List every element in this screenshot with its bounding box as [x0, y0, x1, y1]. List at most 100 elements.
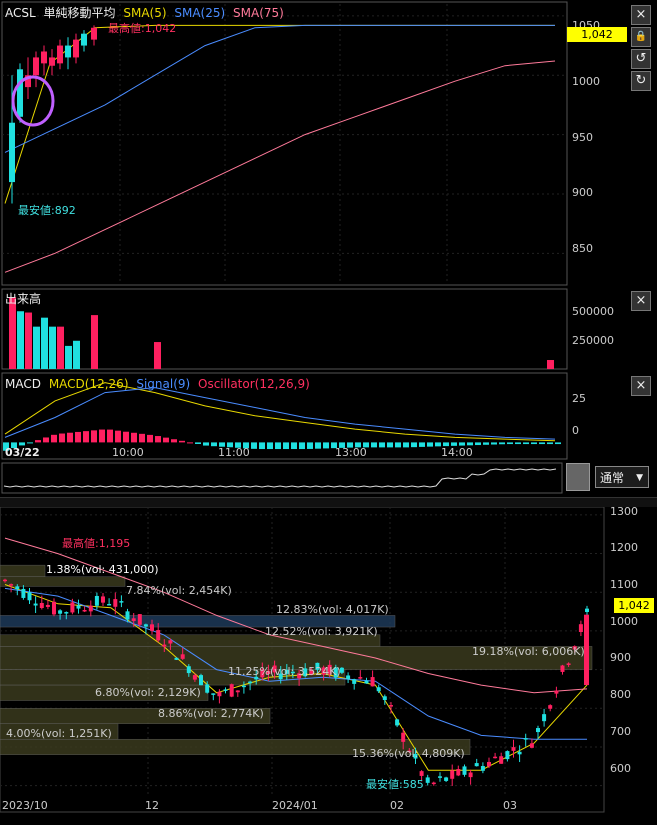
volume-bar: [57, 326, 64, 369]
oscillator-bar: [491, 442, 497, 445]
daily-candle-body: [474, 763, 479, 767]
ticker-label: ACSL: [5, 6, 36, 20]
close-volume-panel-button[interactable]: ×: [631, 291, 651, 311]
daily-candle-body: [52, 601, 56, 615]
oscillator-bar: [195, 442, 201, 444]
close-macd-panel-button[interactable]: ×: [631, 376, 651, 396]
close-price-panel-button[interactable]: ×: [631, 5, 651, 25]
daily-candle-body: [548, 705, 553, 709]
daily-candle-body: [119, 601, 124, 603]
daily-candle-body: [505, 751, 510, 760]
daily-candle-body: [64, 612, 69, 614]
oscillator-bar: [51, 434, 57, 443]
oscillator-bar: [475, 442, 481, 446]
intraday-candles: [9, 25, 97, 204]
volume-bar: [49, 326, 56, 369]
oscillator-bar: [411, 442, 417, 448]
volume-panel-frame: [1, 288, 568, 370]
redo-button[interactable]: ↻: [631, 71, 651, 91]
daily-candle-body: [425, 777, 430, 783]
macd-tick: 25: [572, 392, 586, 405]
candle-body: [65, 45, 71, 58]
daily-candle-body: [168, 640, 173, 644]
oscillator-bar: [35, 440, 41, 443]
time-tick: 14:00: [441, 446, 473, 459]
indicator-name: 単純移動平均: [44, 6, 116, 20]
volume-bar: [17, 311, 24, 369]
daily-candle-body: [346, 675, 351, 680]
daily-candle-body: [33, 603, 38, 606]
oscillator-bar: [283, 442, 289, 450]
overview-line: [3, 468, 557, 488]
daily-candle-body: [468, 772, 473, 778]
daily-candle-body: [529, 743, 534, 748]
profile-label: 8.86%(vol: 2,774K): [158, 707, 264, 720]
candle-body: [73, 39, 79, 58]
daily-candle-body: [554, 690, 559, 694]
daily-candle-body: [584, 614, 589, 686]
daily-candle-body: [352, 679, 357, 684]
daily-candle-body: [21, 588, 26, 598]
daily-candle-body: [493, 756, 498, 759]
oscillator-bar: [419, 442, 425, 447]
daily-candle-body: [560, 665, 565, 672]
daily-candle-body: [76, 605, 81, 609]
oscillator-bar: [499, 442, 505, 445]
oscillator-bar: [515, 442, 521, 445]
daily-candle-body: [137, 614, 142, 625]
oscillator-bar: [155, 436, 161, 443]
lock-button[interactable]: 🔒: [631, 27, 651, 47]
daily-chart: 最高値:1,195 最安値:585 1.38%(vol: 431,000) 7.…: [0, 505, 638, 813]
oscillator-bar: [179, 440, 185, 443]
daily-candle-body: [88, 605, 93, 612]
undo-button[interactable]: ↺: [631, 49, 651, 69]
daily-candle-body: [3, 579, 7, 582]
oscillator-bar: [211, 442, 217, 447]
profile-label: 15.36%(vol: 4,809K): [352, 747, 465, 760]
daily-candle-body: [229, 684, 234, 697]
price-tick: 1000: [572, 75, 600, 88]
signal-legend: Signal(9): [136, 377, 190, 391]
daily-candle-body: [205, 684, 210, 693]
daily-candle-body: [223, 689, 228, 691]
price-tick: 700: [610, 725, 631, 738]
overview-scroll-handle[interactable]: [566, 463, 590, 491]
daily-candle-body: [480, 766, 485, 771]
high-label: 最高値:1,042: [108, 21, 176, 35]
oscillator-bar: [171, 439, 177, 443]
sma25-legend: SMA(25): [174, 6, 225, 20]
intraday-chart-window: ACSL 単純移動平均 SMA(5) SMA(25) SMA(75) 最高値:1…: [0, 0, 657, 497]
oscillator-bar: [259, 442, 265, 450]
daily-candle-body: [45, 604, 50, 607]
chevron-down-icon: ▼: [636, 473, 643, 483]
oscillator-bar: [555, 442, 561, 445]
oscillator-bar: [523, 442, 529, 445]
sma5-legend: SMA(5): [123, 6, 166, 20]
daily-candle-body: [462, 766, 467, 775]
daily-candle-body: [536, 728, 540, 733]
oscillator-bar: [203, 442, 209, 446]
oscillator-bar: [75, 431, 81, 443]
daily-candle-body: [419, 771, 424, 776]
volume-bar: [73, 340, 80, 369]
oscillator-bar: [467, 442, 473, 446]
oscillator-bar: [43, 437, 49, 443]
intraday-chart: ACSL 単純移動平均 SMA(5) SMA(25) SMA(75) 最高値:1…: [1, 1, 614, 494]
chart-mode-select[interactable]: 通常 ▼: [595, 466, 649, 488]
volume-bars: [9, 297, 554, 369]
sma-line-3: [4, 60, 556, 273]
oscillator-bar: [379, 442, 385, 448]
price-tick: 800: [610, 688, 631, 701]
price-tick: 850: [572, 242, 593, 255]
sma-line-1: [4, 24, 555, 204]
daily-candle-body: [125, 611, 130, 620]
oscillator-bar: [427, 442, 433, 447]
daily-candle-body: [217, 691, 222, 697]
oscillator-bar: [483, 442, 489, 445]
daily-candle-body: [578, 624, 583, 632]
time-tick: 13:00: [335, 446, 367, 459]
daily-candle-body: [15, 586, 20, 590]
redo-icon: ↻: [635, 73, 647, 88]
close-icon: ×: [635, 378, 647, 393]
oscillator-bar: [139, 433, 145, 443]
